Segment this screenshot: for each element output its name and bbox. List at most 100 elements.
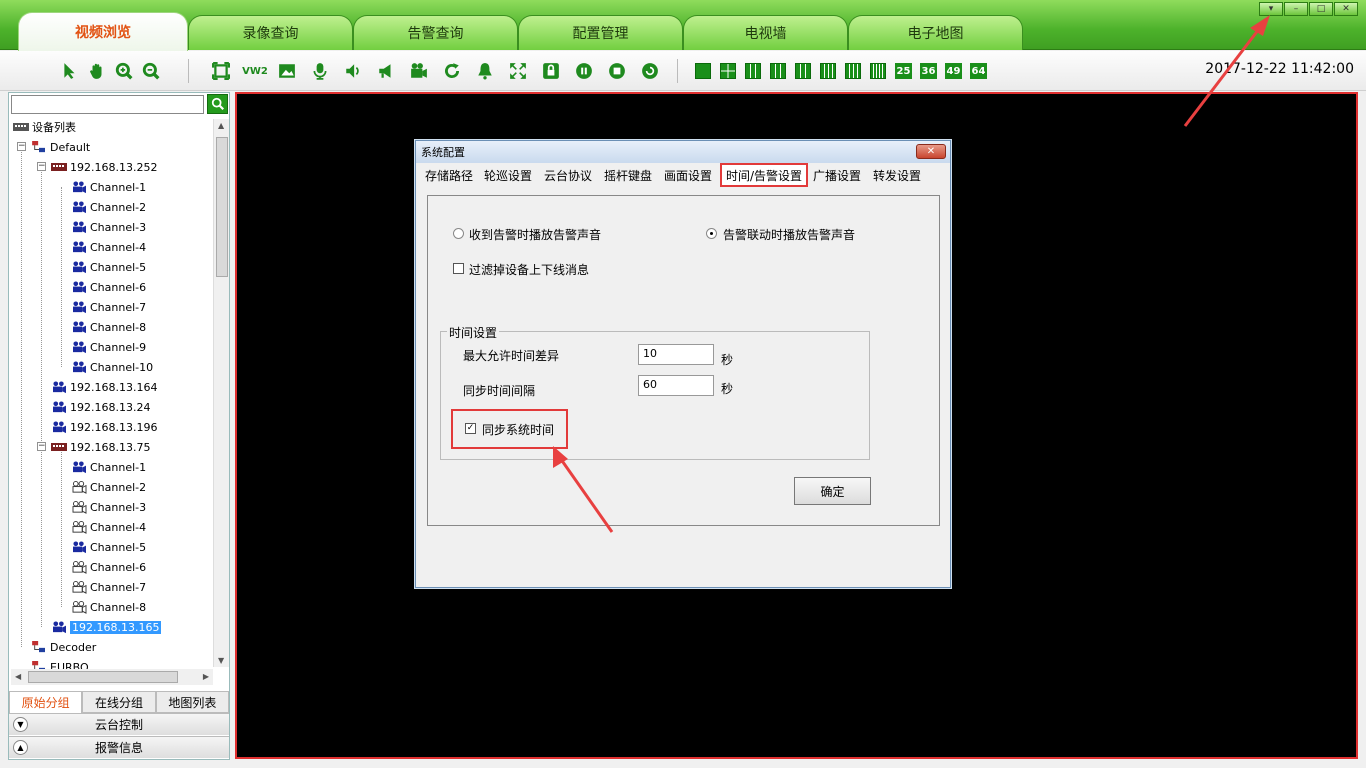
scroll-left-icon[interactable]: ◀ (15, 672, 21, 681)
ptz-control-section[interactable]: ▼ 云台控制 (9, 713, 229, 735)
tree-channel[interactable]: Channel-1 (71, 177, 146, 197)
layout-9-icon[interactable] (795, 63, 811, 79)
layout-64-icon[interactable]: 64 (970, 63, 987, 79)
chevron-up-icon[interactable]: ▲ (13, 740, 28, 755)
scroll-thumb[interactable] (28, 671, 178, 683)
lock-screen-icon[interactable] (541, 61, 561, 81)
layout-8-icon[interactable] (770, 63, 786, 79)
expand-icon[interactable] (508, 61, 528, 81)
layout-36-icon[interactable]: 36 (920, 63, 937, 79)
tree-channel[interactable]: Channel-7 (71, 577, 146, 597)
record-camera-icon[interactable] (409, 61, 429, 81)
hand-pan-icon[interactable] (87, 61, 107, 81)
fullscreen-icon[interactable] (211, 61, 231, 81)
tree-channel[interactable]: Channel-2 (71, 197, 146, 217)
sync-system-time-checkbox[interactable]: ✓ (465, 423, 476, 434)
zoom-in-icon[interactable] (114, 61, 134, 81)
tab-online-group[interactable]: 在线分组 (82, 691, 156, 713)
tree-channel[interactable]: Channel-6 (71, 557, 146, 577)
tab-forward-settings[interactable]: 转发设置 (873, 165, 921, 186)
close-icon[interactable]: ✕ (916, 144, 946, 159)
broadcast-icon[interactable] (376, 61, 396, 81)
layout-25-icon[interactable]: 25 (895, 63, 912, 79)
tab-time-alarm-settings[interactable]: 时间/告警设置 (720, 163, 809, 187)
tab-tv-wall[interactable]: 电视墙 (683, 15, 848, 50)
tree-channel[interactable]: Channel-5 (71, 257, 146, 277)
radio-alarm-received[interactable] (453, 228, 464, 239)
tree-channel[interactable]: Channel-8 (71, 317, 146, 337)
alarm-info-section[interactable]: ▲ 报警信息 (9, 736, 229, 758)
tab-original-group[interactable]: 原始分组 (9, 691, 83, 713)
tab-storage-path[interactable]: 存储路径 (425, 165, 473, 186)
alarm-bell-icon[interactable] (475, 61, 495, 81)
vw2-icon[interactable]: VW2 (242, 61, 268, 81)
collapse-icon[interactable]: − (17, 142, 26, 151)
stop-icon[interactable] (607, 61, 627, 81)
tree-channel[interactable]: Channel-7 (71, 297, 146, 317)
playback-icon[interactable] (640, 61, 660, 81)
scroll-right-icon[interactable]: ▶ (203, 672, 209, 681)
tree-device[interactable]: 192.168.13.196 (51, 417, 157, 437)
tab-display-settings[interactable]: 画面设置 (664, 165, 712, 186)
layout-1-icon[interactable] (695, 63, 711, 79)
tab-ptz-protocol[interactable]: 云台协议 (544, 165, 592, 186)
pointer-icon[interactable] (60, 61, 80, 81)
tree-channel[interactable]: Channel-9 (71, 337, 146, 357)
tree-root[interactable]: 设备列表 (13, 117, 76, 137)
device-search-input[interactable] (11, 95, 204, 114)
scroll-up-icon[interactable]: ▲ (218, 121, 224, 130)
sync-interval-input[interactable]: 60 (638, 375, 714, 396)
collapse-icon[interactable]: − (37, 162, 46, 171)
layout-49-icon[interactable]: 49 (945, 63, 962, 79)
tree-channel[interactable]: Channel-2 (71, 477, 146, 497)
scroll-thumb[interactable] (216, 137, 228, 277)
tree-device[interactable]: 192.168.13.164 (51, 377, 157, 397)
tree-group-eurbo[interactable]: EURBO (31, 657, 89, 669)
search-icon[interactable] (207, 94, 228, 114)
zoom-out-icon[interactable] (141, 61, 161, 81)
microphone-icon[interactable] (310, 61, 330, 81)
tree-device[interactable]: 192.168.13.75 (51, 437, 150, 457)
layout-4-icon[interactable] (720, 63, 736, 79)
tab-e-map[interactable]: 电子地图 (848, 15, 1023, 50)
tree-channel[interactable]: Channel-10 (71, 357, 153, 377)
layout-10-icon[interactable] (820, 63, 836, 79)
tree-channel[interactable]: Channel-6 (71, 277, 146, 297)
radio-alarm-linked[interactable] (706, 228, 717, 239)
tab-record-query[interactable]: 录像查询 (188, 15, 353, 50)
scroll-down-icon[interactable]: ▼ (218, 656, 224, 665)
layout-13-icon[interactable] (845, 63, 861, 79)
snapshot-icon[interactable] (277, 61, 297, 81)
tree-group-decoder[interactable]: Decoder (31, 637, 96, 657)
layout-16-icon[interactable] (870, 63, 886, 79)
tab-video-browse[interactable]: 视频浏览 (18, 12, 188, 51)
max-diff-input[interactable]: 10 (638, 344, 714, 365)
pause-icon[interactable] (574, 61, 594, 81)
tree-horizontal-scrollbar[interactable]: ◀ ▶ (11, 669, 213, 685)
tree-channel[interactable]: Channel-4 (71, 237, 146, 257)
tree-device[interactable]: 192.168.13.24 (51, 397, 150, 417)
menu-dropdown-icon[interactable]: ▾ (1259, 2, 1283, 16)
tab-patrol-settings[interactable]: 轮巡设置 (484, 165, 532, 186)
tab-joystick[interactable]: 摇杆键盘 (604, 165, 652, 186)
tree-channel[interactable]: Channel-3 (71, 217, 146, 237)
tab-broadcast-settings[interactable]: 广播设置 (813, 165, 861, 186)
tree-channel[interactable]: Channel-3 (71, 497, 146, 517)
tab-alarm-query[interactable]: 告警查询 (353, 15, 518, 50)
refresh-icon[interactable] (442, 61, 462, 81)
maximize-icon[interactable]: □ (1309, 2, 1333, 16)
tab-map-list[interactable]: 地图列表 (155, 691, 229, 713)
minimize-icon[interactable]: – (1284, 2, 1308, 16)
chevron-down-icon[interactable]: ▼ (13, 717, 28, 732)
close-window-icon[interactable]: ✕ (1334, 2, 1358, 16)
tree-channel[interactable]: Channel-4 (71, 517, 146, 537)
layout-6-icon[interactable] (745, 63, 761, 79)
filter-online-offline-checkbox[interactable] (453, 263, 464, 274)
tab-config-manage[interactable]: 配置管理 (518, 15, 683, 50)
tree-channel[interactable]: Channel-1 (71, 457, 146, 477)
ok-button[interactable]: 确定 (794, 477, 871, 505)
tree-device[interactable]: 192.168.13.252 (51, 157, 157, 177)
tree-device-selected[interactable]: 192.168.13.165 (51, 617, 162, 637)
tree-vertical-scrollbar[interactable]: ▲ ▼ (213, 119, 229, 667)
tree-channel[interactable]: Channel-5 (71, 537, 146, 557)
